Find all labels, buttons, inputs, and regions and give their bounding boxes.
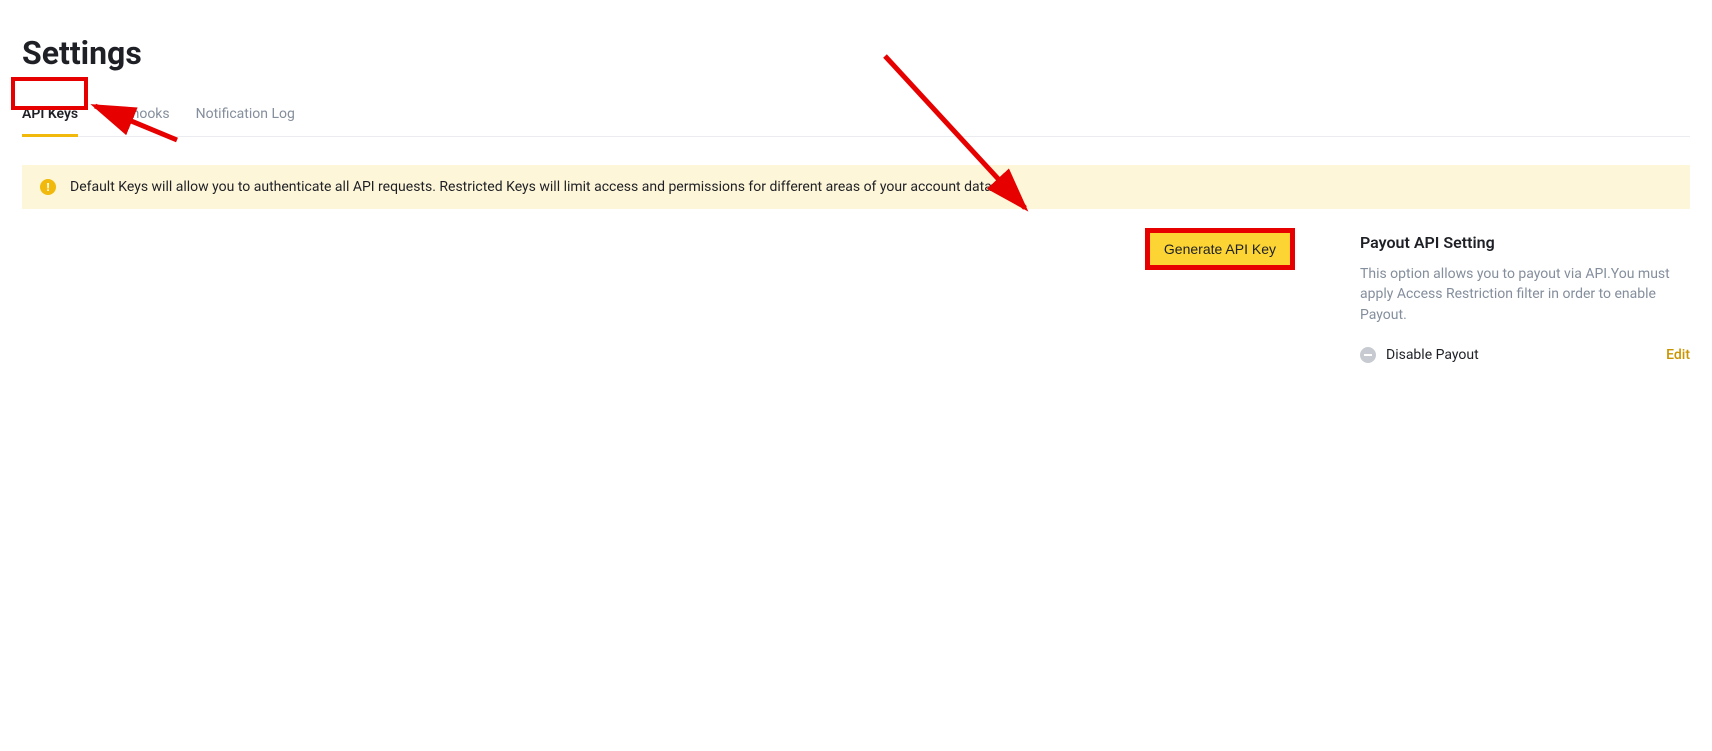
payout-description: This option allows you to payout via API… <box>1360 264 1690 325</box>
payout-title: Payout API Setting <box>1360 233 1690 252</box>
info-text: Default Keys will allow you to authentic… <box>70 179 996 195</box>
tab-webhooks[interactable]: Webhooks <box>104 98 170 136</box>
payout-side-panel: Payout API Setting This option allows yo… <box>1360 233 1690 363</box>
tab-label: Notification Log <box>196 106 295 122</box>
edit-link[interactable]: Edit <box>1666 347 1690 363</box>
generate-api-key-button[interactable]: Generate API Key <box>1150 233 1290 265</box>
disabled-icon <box>1360 347 1376 363</box>
tabs: API Keys Webhooks Notification Log <box>22 98 1690 137</box>
payout-status-row: Disable Payout Edit <box>1360 347 1690 363</box>
left-pane: Generate API Key <box>22 233 1290 265</box>
payout-status-label: Disable Payout <box>1386 347 1479 363</box>
main-row: Generate API Key Payout API Setting This… <box>22 233 1690 363</box>
page-title: Settings <box>22 34 1690 72</box>
tab-notification-log[interactable]: Notification Log <box>196 98 295 136</box>
tab-api-keys[interactable]: API Keys <box>22 98 78 136</box>
info-banner: ! Default Keys will allow you to authent… <box>22 165 1690 209</box>
info-icon: ! <box>40 179 56 195</box>
tab-label: Webhooks <box>104 106 170 122</box>
tab-label: API Keys <box>22 106 78 122</box>
payout-status: Disable Payout <box>1360 347 1479 363</box>
